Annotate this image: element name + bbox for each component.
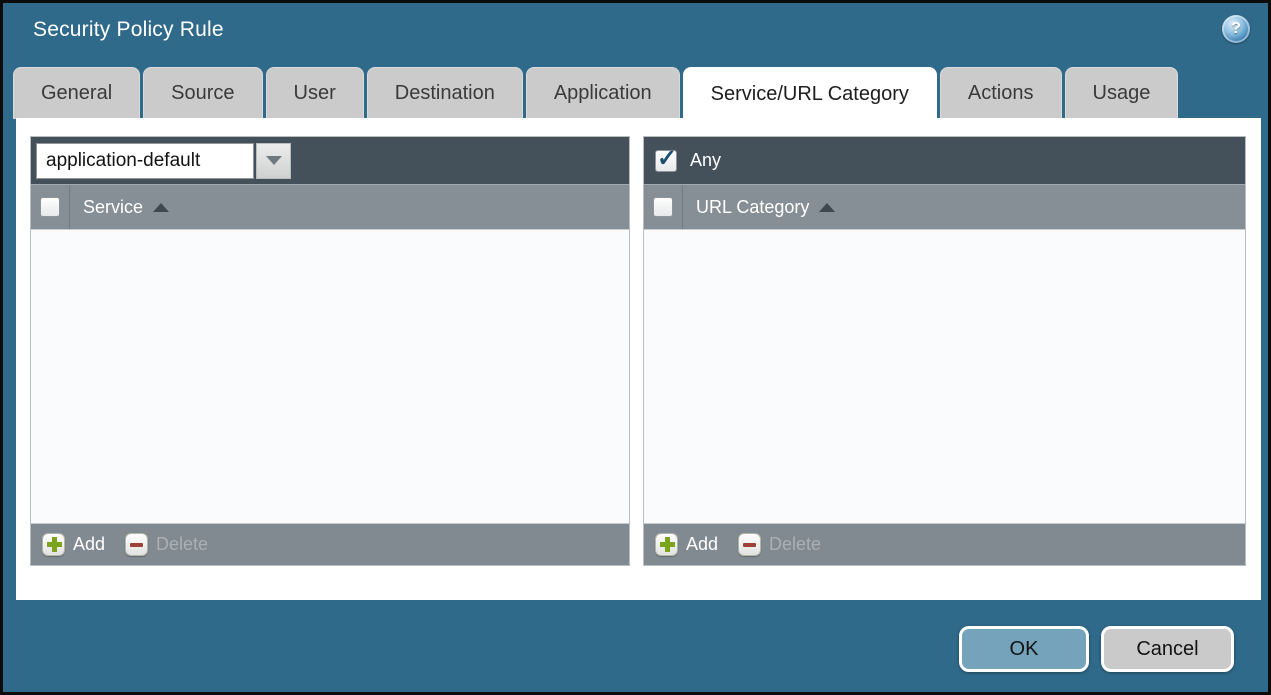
service-select-all-checkbox[interactable] [40,197,60,217]
security-policy-rule-dialog: Security Policy Rule ? General Source Us… [0,0,1271,695]
tab-user[interactable]: User [265,67,364,119]
chevron-down-icon [265,156,282,165]
url-category-panel: ✓ Any URL Category Add Delete [643,136,1246,566]
service-footer-toolbar: Add Delete [31,523,629,565]
service-list [31,229,629,523]
url-category-column-label: URL Category [696,196,810,217]
dialog-title: Security Policy Rule [33,18,224,41]
sort-ascending-icon [153,202,170,212]
help-button[interactable]: ? [1222,15,1250,43]
url-category-delete-button[interactable]: Delete [738,533,821,556]
delete-icon [738,533,762,556]
service-type-dropdown-button[interactable] [256,142,291,179]
service-panel: Service Add Delete [30,136,630,566]
checkmark-icon: ✓ [657,144,678,172]
question-mark-icon: ? [1231,20,1241,37]
tab-service-url-category[interactable]: Service/URL Category [682,67,937,121]
url-category-any-bar: ✓ Any [644,137,1245,184]
service-type-combobox [36,142,291,179]
tab-application[interactable]: Application [525,67,680,119]
url-category-table-header: URL Category [644,184,1245,229]
service-table-header: Service [31,184,629,229]
url-category-add-button[interactable]: Add [655,533,718,556]
service-add-button[interactable]: Add [42,533,105,556]
add-label: Add [73,534,106,554]
delete-label: Delete [769,534,822,554]
tab-content-area: Service Add Delete [16,118,1261,600]
add-icon [42,533,65,556]
tab-destination[interactable]: Destination [366,67,523,119]
tab-actions[interactable]: Actions [939,67,1062,119]
service-type-input[interactable] [36,142,254,179]
url-category-select-all-cell [644,185,683,229]
add-label: Add [686,534,719,554]
service-column-header[interactable]: Service [70,185,170,229]
tab-source[interactable]: Source [143,67,263,119]
delete-label: Delete [156,534,209,554]
any-checkbox-label: Any [690,150,722,170]
ok-button[interactable]: OK [959,626,1089,672]
service-column-label: Service [83,196,144,217]
any-checkbox[interactable]: ✓ [655,145,677,172]
service-select-all-cell [31,185,70,229]
cancel-button[interactable]: Cancel [1101,626,1234,672]
tab-bar: General Source User Destination Applicat… [13,67,1179,121]
sort-ascending-icon [819,202,836,212]
add-icon [655,533,678,556]
service-delete-button[interactable]: Delete [125,533,208,556]
url-category-column-header[interactable]: URL Category [683,185,836,229]
url-category-footer-toolbar: Add Delete [644,523,1245,565]
tab-general[interactable]: General [13,67,141,119]
service-type-bar [31,137,629,184]
url-category-select-all-checkbox[interactable] [653,197,673,217]
tab-usage[interactable]: Usage [1064,67,1179,119]
delete-icon [125,533,149,556]
url-category-list [644,229,1245,523]
